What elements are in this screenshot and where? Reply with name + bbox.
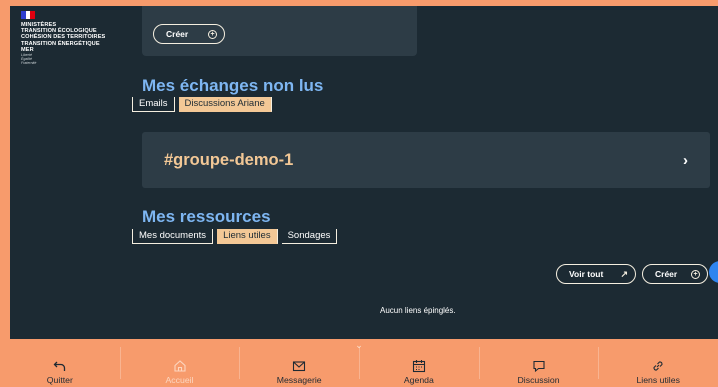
tab-liens-utiles[interactable]: Liens utiles (217, 229, 278, 244)
nav-quitter[interactable]: Quitter (0, 339, 120, 387)
nav-label: Liens utiles (636, 375, 680, 385)
view-all-button[interactable]: Voir tout ↗ (556, 264, 636, 284)
logo-motto: Fraternité (21, 61, 37, 66)
nav-liens-utiles[interactable]: Liens utiles (598, 339, 718, 387)
link-icon (653, 361, 663, 371)
tab-emails[interactable]: Emails (133, 97, 175, 112)
plus-circle-icon: + (208, 29, 217, 39)
create-link-label: Créer (655, 269, 678, 279)
chevron-down-icon[interactable]: ⌄ (353, 340, 365, 351)
nav-label: Accueil (165, 375, 194, 385)
nav-label: Agenda (403, 375, 434, 385)
envelope-icon (293, 361, 306, 372)
back-arrow-icon (53, 361, 65, 371)
home-icon (173, 360, 186, 372)
nav-accueil[interactable]: Accueil (119, 339, 240, 387)
create-button[interactable]: Créer + (153, 24, 225, 44)
group-card[interactable]: #groupe-demo-1 › (142, 132, 710, 188)
empty-links-message: Aucun liens épinglés. (380, 306, 456, 315)
ministry-logo: MINISTÈRES TRANSITION ÉCOLOGIQUE COHÉSIO… (21, 11, 131, 66)
resources-section-title: Mes ressources (142, 207, 271, 226)
nav-label: Quitter (46, 375, 73, 385)
tab-sondages[interactable]: Sondages (281, 229, 338, 244)
group-name: #groupe-demo-1 (164, 150, 294, 169)
top-widget-card: Créer + (142, 6, 417, 56)
view-all-label: Voir tout (569, 269, 604, 279)
nav-agenda[interactable]: Agenda (359, 339, 479, 387)
chevron-right-icon: › (683, 151, 688, 169)
unread-tabs: Emails Discussions Ariane (132, 97, 272, 112)
unread-section-title: Mes échanges non lus (142, 76, 324, 95)
nav-label: Discussion (517, 375, 560, 385)
tab-mes-documents[interactable]: Mes documents (133, 229, 214, 244)
create-button-label: Créer (166, 29, 189, 39)
nav-discussion[interactable]: Discussion (478, 339, 599, 387)
nav-label: Messagerie (276, 375, 322, 385)
chat-icon (532, 360, 545, 373)
create-link-button[interactable]: Créer + (642, 264, 708, 284)
resources-tabs: Mes documents Liens utiles Sondages (132, 229, 338, 244)
calendar-icon (412, 360, 425, 373)
flag-icon (21, 11, 36, 19)
tab-discussions-ariane[interactable]: Discussions Ariane (178, 97, 272, 112)
nav-messagerie[interactable]: Messagerie (239, 339, 359, 387)
plus-circle-icon: + (691, 269, 700, 279)
external-link-icon: ↗ (620, 268, 628, 279)
